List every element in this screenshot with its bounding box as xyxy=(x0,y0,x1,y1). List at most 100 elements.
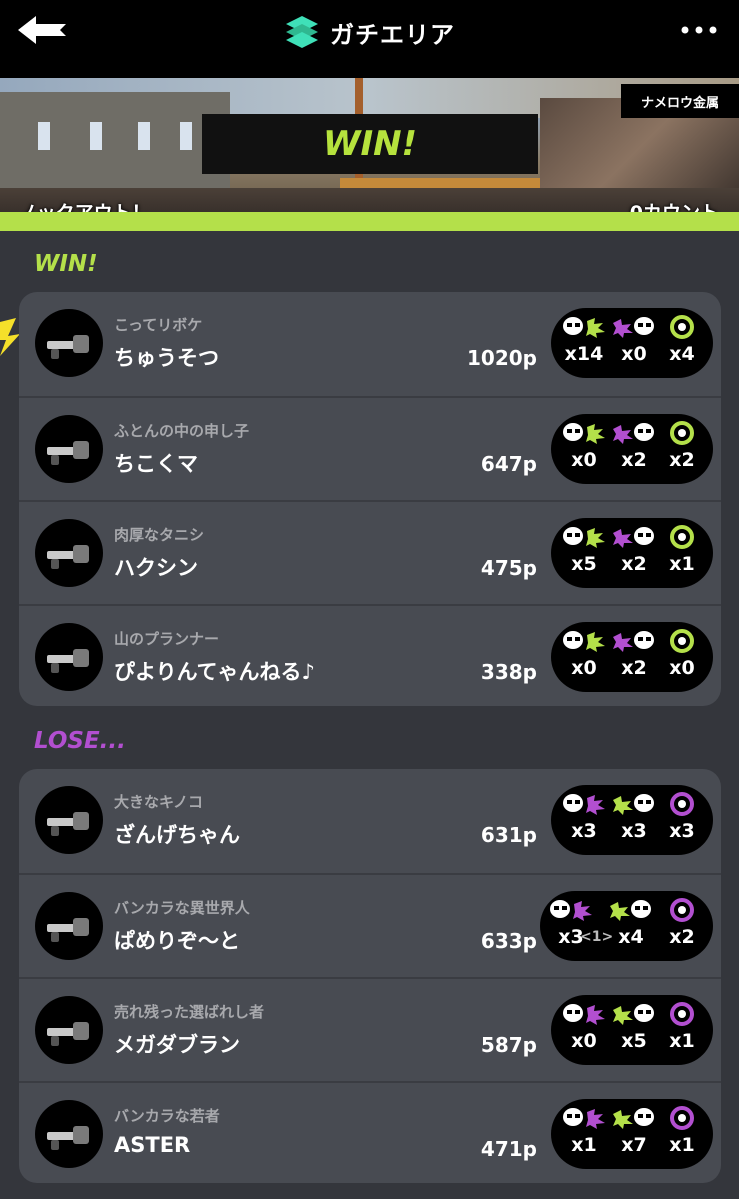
kills-stat: x3 xyxy=(544,891,598,961)
stage-name: ナメロウ金属 xyxy=(621,84,739,118)
building-window xyxy=(180,122,192,150)
player-row[interactable]: 肉厚なタニシ ハクシン 475p x5 x2 x1 xyxy=(19,500,721,604)
deaths-value: x3 xyxy=(621,820,647,842)
player-row[interactable]: バンカラな異世界人 ぱめりぞ〜と 633p x3 <1> x4 x2 xyxy=(19,873,721,977)
deaths-value: x7 xyxy=(621,1134,647,1156)
player-points: 1020p xyxy=(467,346,537,370)
result-stripe xyxy=(0,212,739,231)
kills-stat: x3 xyxy=(557,785,611,855)
specials-stat: x3 xyxy=(655,785,709,855)
deaths-stat: x4 xyxy=(604,891,658,961)
kills-value: x1 xyxy=(571,1134,597,1156)
deaths-stat: x2 xyxy=(607,518,661,588)
stats-pill: x14 x0 x4 xyxy=(551,308,713,378)
player-row[interactable]: バンカラな若者 ASTER 471p x1 x7 x1 xyxy=(19,1081,721,1183)
weapon-avatar xyxy=(35,415,103,483)
kills-value: x0 xyxy=(571,657,597,679)
splat-kill-icon xyxy=(563,527,605,548)
player-points: 338p xyxy=(480,660,537,684)
player-points: 633p xyxy=(480,929,537,953)
player-name: ASTER xyxy=(114,1133,191,1157)
deaths-value: x2 xyxy=(621,449,647,471)
specials-value: x1 xyxy=(669,1030,695,1052)
player-name: ぴよりんてゃんねる♪ xyxy=(114,660,315,684)
weapon-avatar xyxy=(35,1100,103,1168)
charger-weapon-icon xyxy=(47,649,89,673)
splat-kill-icon xyxy=(563,317,605,338)
more-menu-button[interactable] xyxy=(679,18,719,42)
shooter-weapon-icon xyxy=(47,1126,89,1150)
kills-value: x0 xyxy=(571,449,597,471)
deaths-value: x2 xyxy=(621,657,647,679)
player-points: 587p xyxy=(480,1033,537,1057)
stats-pill: x3 x3 x3 xyxy=(551,785,713,855)
stats-pill: x5 x2 x1 xyxy=(551,518,713,588)
player-points: 471p xyxy=(480,1137,537,1161)
player-points: 631p xyxy=(480,823,537,847)
stats-pill: x3 <1> x4 x2 xyxy=(540,891,713,961)
splatted-icon xyxy=(613,527,654,548)
deaths-value: x0 xyxy=(621,343,647,365)
splat-kill-icon xyxy=(563,1108,605,1129)
splatling-weapon-icon xyxy=(47,441,89,465)
deaths-stat: x0 xyxy=(607,308,661,378)
specials-stat: x4 xyxy=(655,308,709,378)
kills-stat: x0 xyxy=(557,414,611,484)
ink-storm-icon xyxy=(670,1106,694,1130)
lose-team-card: 大きなキノコ ざんげちゃん 631p x3 x3 x3 バンカラな異世界人 ぱめ… xyxy=(19,769,721,1183)
tenta-missiles-icon xyxy=(670,315,694,339)
kills-value: x14 xyxy=(564,343,604,365)
kills-stat: x14 xyxy=(557,308,611,378)
brush-weapon-icon xyxy=(47,335,89,359)
specials-stat: x1 xyxy=(655,518,709,588)
stats-pill: x0 x2 x0 xyxy=(551,622,713,692)
weapon-avatar xyxy=(35,892,103,960)
player-title: 肉厚なタニシ xyxy=(114,526,205,544)
stage-banner: WIN! ナメロウ金属 ノックアウト！ 0カウント xyxy=(0,78,739,230)
player-title: 山のプランナー xyxy=(114,630,220,648)
player-row[interactable]: こってリボケ ちゅうそつ 1020p x14 x0 x4 xyxy=(19,292,721,396)
building-window xyxy=(90,122,102,150)
building-window xyxy=(138,122,150,150)
win-team-card: こってリボケ ちゅうそつ 1020p x14 x0 x4 ふとんの中の申し子 ち… xyxy=(19,292,721,706)
splatted-icon xyxy=(613,794,654,815)
splat-kill-icon xyxy=(563,423,605,444)
kills-stat: x1 xyxy=(557,1099,611,1169)
splatted-icon xyxy=(613,1004,654,1025)
player-name: メガダブラン xyxy=(114,1033,240,1057)
player-title: こってリボケ xyxy=(114,316,203,334)
kills-stat: x0 xyxy=(557,622,611,692)
weapon-avatar xyxy=(35,623,103,691)
specials-stat: x1 xyxy=(655,995,709,1065)
tri-strike-icon xyxy=(670,421,694,445)
weapon-avatar xyxy=(35,309,103,377)
stats-pill: x1 x7 x1 xyxy=(551,1099,713,1169)
player-title: 売れ残った選ばれし者 xyxy=(114,1003,265,1021)
kills-value: x0 xyxy=(571,1030,597,1052)
building-window xyxy=(38,122,50,150)
splatted-icon xyxy=(613,1108,654,1129)
win-team-label: WIN! xyxy=(34,251,98,277)
result-box: WIN! xyxy=(202,114,538,174)
splat-zones-icon xyxy=(286,16,318,48)
deaths-value: x5 xyxy=(621,1030,647,1052)
splatted-icon xyxy=(613,631,654,652)
player-row[interactable]: ふとんの中の申し子 ちこくマ 647p x0 x2 x2 xyxy=(19,396,721,500)
blaster-weapon-icon xyxy=(47,1022,89,1046)
top-bar: ガチエリア xyxy=(0,0,739,78)
player-title: バンカラな異世界人 xyxy=(114,899,250,917)
player-row[interactable]: 大きなキノコ ざんげちゃん 631p x3 x3 x3 xyxy=(19,769,721,873)
more-dots-icon xyxy=(681,26,717,34)
player-row[interactable]: 売れ残った選ばれし者 メガダブラン 587p x0 x5 x1 xyxy=(19,977,721,1081)
page-title-group: ガチエリア xyxy=(0,12,739,52)
weapon-avatar xyxy=(35,786,103,854)
banner-crane xyxy=(340,178,540,188)
lose-team-label: LOSE... xyxy=(34,728,126,754)
deaths-stat: x7 xyxy=(607,1099,661,1169)
specials-value: x0 xyxy=(669,657,695,679)
player-row[interactable]: 山のプランナー ぴよりんてゃんねる♪ 338p x0 x2 x0 xyxy=(19,604,721,706)
splatted-icon xyxy=(613,423,654,444)
specials-value: x1 xyxy=(669,553,695,575)
kills-stat: x5 xyxy=(557,518,611,588)
deaths-stat: x2 xyxy=(607,622,661,692)
